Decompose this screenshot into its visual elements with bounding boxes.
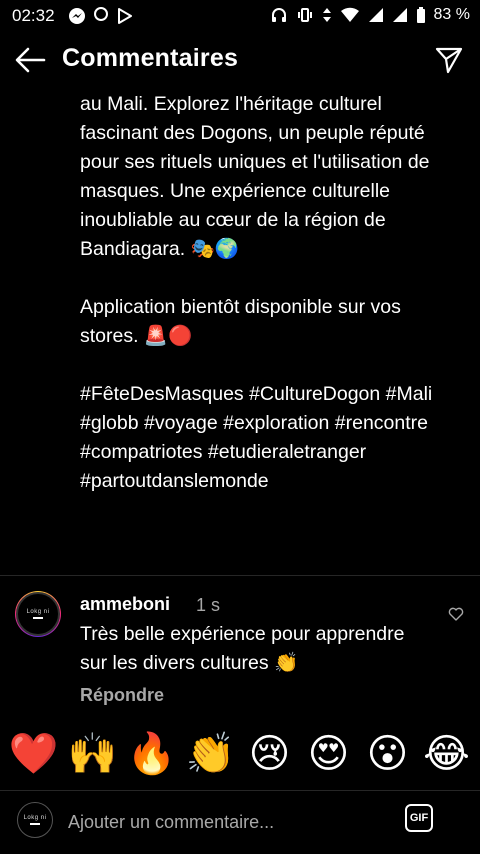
avatar-text: Lokg ni [26,609,50,615]
wifi-icon [340,7,359,22]
emoji-quick-bar: ❤️ 🙌 🔥 👏 😢 😍 😮 😂 [0,718,480,790]
comment-input[interactable]: Ajouter un commentaire... [68,812,368,833]
signal-icon-2 [392,8,407,22]
emoji-heart-eyes[interactable]: 😍 [303,734,355,774]
emoji-crying[interactable]: 😢 [244,734,296,774]
notification-icons [68,7,134,25]
comment-avatar[interactable]: Lokg ni [15,591,61,637]
emoji-heart[interactable]: ❤️ [8,734,60,774]
emoji-surprised[interactable]: 😮 [362,734,414,774]
emoji-laughing[interactable]: 😂 [421,734,473,774]
headphones-icon [271,8,286,22]
emoji-clapping[interactable]: 👏 [185,734,237,774]
user-avatar[interactable]: Lokg ni [15,800,55,840]
avatar-logo: Lokg ni [19,595,57,633]
play-store-notification-icon [118,8,132,24]
vibrate-icon [297,8,312,22]
comment-input-bar: Lokg ni Ajouter un commentaire... GIF [0,792,480,854]
comment-time: 1 s [196,595,221,615]
status-time: 02:32 [12,6,55,25]
page-title: Commentaires [62,44,239,72]
like-heart-icon[interactable] [448,606,464,622]
avatar-text: Lokg ni [23,815,47,821]
reply-button[interactable]: Répondre [80,685,164,706]
avatar-logo: Lokg ni [17,802,53,838]
chat-notification-icon [94,7,108,21]
avatar-bar [30,823,40,825]
data-arrows-icon [322,8,331,22]
battery-icon [416,7,425,23]
divider [0,575,480,576]
divider-bottom [0,790,480,791]
status-bar: 02:32 83 % [0,0,480,32]
post-caption: au Mali. Explorez l'héritage culturel fa… [80,93,433,492]
send-icon[interactable] [434,45,464,75]
header: Commentaires [0,32,480,88]
emoji-fire[interactable]: 🔥 [126,734,178,774]
signal-icon-1 [368,8,383,22]
system-icons: 83 % [270,6,470,24]
emoji-raised-hands[interactable]: 🙌 [67,734,119,774]
comment-item: Lokg ni ammeboni 1 s Très belle expérien… [0,588,480,718]
avatar-bar [33,617,43,619]
back-arrow-icon[interactable] [14,46,46,74]
comment-username[interactable]: ammeboni [80,594,170,615]
gif-button[interactable]: GIF [405,804,433,832]
comment-text: Très belle expérience pour apprendre sur… [80,623,405,674]
battery-percent: 83 % [433,6,470,23]
messenger-notification-icon [69,8,85,24]
